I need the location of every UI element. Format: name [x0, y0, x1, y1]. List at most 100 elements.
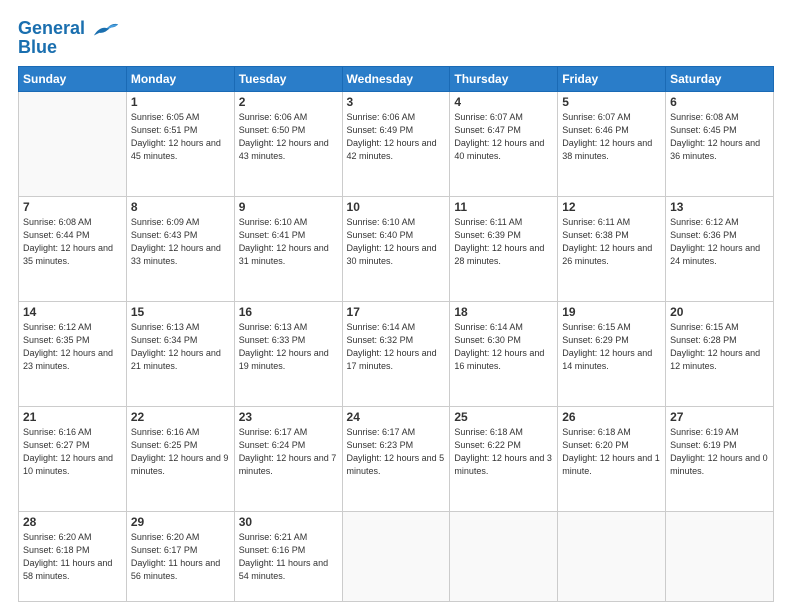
day-number: 6: [670, 95, 769, 109]
weekday-header-sunday: Sunday: [19, 67, 127, 92]
weekday-header-saturday: Saturday: [666, 67, 774, 92]
day-number: 26: [562, 410, 661, 424]
day-info: Sunrise: 6:16 AMSunset: 6:27 PMDaylight:…: [23, 426, 122, 478]
calendar-cell: [342, 512, 450, 602]
day-number: 24: [347, 410, 446, 424]
weekday-header-tuesday: Tuesday: [234, 67, 342, 92]
day-number: 9: [239, 200, 338, 214]
day-number: 4: [454, 95, 553, 109]
calendar-cell: [450, 512, 558, 602]
day-info: Sunrise: 6:20 AMSunset: 6:17 PMDaylight:…: [131, 531, 230, 583]
day-number: 29: [131, 515, 230, 529]
day-info: Sunrise: 6:05 AMSunset: 6:51 PMDaylight:…: [131, 111, 230, 163]
page: General Blue SundayMondayTuesdayWednesda…: [0, 0, 792, 612]
calendar-cell: 28 Sunrise: 6:20 AMSunset: 6:18 PMDayligh…: [19, 512, 127, 602]
calendar-cell: 18Sunrise: 6:14 AMSunset: 6:30 PMDayligh…: [450, 302, 558, 407]
calendar-cell: 5Sunrise: 6:07 AMSunset: 6:46 PMDaylight…: [558, 92, 666, 197]
day-info: Sunrise: 6:14 AMSunset: 6:30 PMDaylight:…: [454, 321, 553, 373]
day-info: Sunrise: 6:15 AMSunset: 6:28 PMDaylight:…: [670, 321, 769, 373]
calendar-cell: 29 Sunrise: 6:20 AMSunset: 6:17 PMDayligh…: [126, 512, 234, 602]
day-number: 14: [23, 305, 122, 319]
calendar-week-1: 1 Sunrise: 6:05 AMSunset: 6:51 PMDaylight…: [19, 92, 774, 197]
day-info: Sunrise: 6:18 AMSunset: 6:22 PMDaylight:…: [454, 426, 553, 478]
day-number: 21: [23, 410, 122, 424]
calendar-cell: 24 Sunrise: 6:17 AMSunset: 6:23 PMDayligh…: [342, 407, 450, 512]
day-number: 30: [239, 515, 338, 529]
calendar-cell: 20 Sunrise: 6:15 AMSunset: 6:28 PMDayligh…: [666, 302, 774, 407]
day-number: 23: [239, 410, 338, 424]
calendar-week-2: 7Sunrise: 6:08 AMSunset: 6:44 PMDaylight…: [19, 197, 774, 302]
day-number: 16: [239, 305, 338, 319]
calendar-cell: 14 Sunrise: 6:12 AMSunset: 6:35 PMDayligh…: [19, 302, 127, 407]
header: General Blue: [18, 18, 774, 56]
day-info: Sunrise: 6:19 AMSunset: 6:19 PMDaylight:…: [670, 426, 769, 478]
calendar-cell: 9 Sunrise: 6:10 AMSunset: 6:41 PMDaylight…: [234, 197, 342, 302]
calendar-cell: 15 Sunrise: 6:13 AMSunset: 6:34 PMDayligh…: [126, 302, 234, 407]
weekday-header-wednesday: Wednesday: [342, 67, 450, 92]
day-number: 2: [239, 95, 338, 109]
day-number: 13: [670, 200, 769, 214]
calendar-cell: 12Sunrise: 6:11 AMSunset: 6:38 PMDayligh…: [558, 197, 666, 302]
day-number: 28: [23, 515, 122, 529]
day-info: Sunrise: 6:09 AMSunset: 6:43 PMDaylight:…: [131, 216, 230, 268]
calendar-cell: 10Sunrise: 6:10 AMSunset: 6:40 PMDayligh…: [342, 197, 450, 302]
weekday-header-friday: Friday: [558, 67, 666, 92]
calendar-cell: 7Sunrise: 6:08 AMSunset: 6:44 PMDaylight…: [19, 197, 127, 302]
calendar-cell: 19Sunrise: 6:15 AMSunset: 6:29 PMDayligh…: [558, 302, 666, 407]
day-info: Sunrise: 6:18 AMSunset: 6:20 PMDaylight:…: [562, 426, 661, 478]
calendar-cell: 25Sunrise: 6:18 AMSunset: 6:22 PMDayligh…: [450, 407, 558, 512]
calendar-cell: 3 Sunrise: 6:06 AMSunset: 6:49 PMDaylight…: [342, 92, 450, 197]
calendar-cell: 30 Sunrise: 6:21 AMSunset: 6:16 PMDayligh…: [234, 512, 342, 602]
calendar-cell: 6 Sunrise: 6:08 AMSunset: 6:45 PMDaylight…: [666, 92, 774, 197]
calendar-cell: 26 Sunrise: 6:18 AMSunset: 6:20 PMDayligh…: [558, 407, 666, 512]
calendar-cell: 8Sunrise: 6:09 AMSunset: 6:43 PMDaylight…: [126, 197, 234, 302]
day-info: Sunrise: 6:16 AMSunset: 6:25 PMDaylight:…: [131, 426, 230, 478]
calendar-cell: 23Sunrise: 6:17 AMSunset: 6:24 PMDayligh…: [234, 407, 342, 512]
calendar-cell: 13 Sunrise: 6:12 AMSunset: 6:36 PMDayligh…: [666, 197, 774, 302]
day-info: Sunrise: 6:20 AMSunset: 6:18 PMDaylight:…: [23, 531, 122, 583]
day-number: 5: [562, 95, 661, 109]
day-info: Sunrise: 6:08 AMSunset: 6:45 PMDaylight:…: [670, 111, 769, 163]
day-info: Sunrise: 6:10 AMSunset: 6:41 PMDaylight:…: [239, 216, 338, 268]
day-number: 17: [347, 305, 446, 319]
calendar-week-4: 21 Sunrise: 6:16 AMSunset: 6:27 PMDayligh…: [19, 407, 774, 512]
day-info: Sunrise: 6:13 AMSunset: 6:33 PMDaylight:…: [239, 321, 338, 373]
logo: General Blue: [18, 18, 120, 56]
day-number: 15: [131, 305, 230, 319]
day-number: 1: [131, 95, 230, 109]
weekday-header-monday: Monday: [126, 67, 234, 92]
day-number: 11: [454, 200, 553, 214]
logo-blue: Blue: [18, 38, 120, 56]
day-info: Sunrise: 6:12 AMSunset: 6:35 PMDaylight:…: [23, 321, 122, 373]
day-info: Sunrise: 6:06 AMSunset: 6:50 PMDaylight:…: [239, 111, 338, 163]
weekday-header-thursday: Thursday: [450, 67, 558, 92]
day-number: 3: [347, 95, 446, 109]
calendar-cell: [666, 512, 774, 602]
calendar-cell: 22 Sunrise: 6:16 AMSunset: 6:25 PMDayligh…: [126, 407, 234, 512]
calendar-table: SundayMondayTuesdayWednesdayThursdayFrid…: [18, 66, 774, 602]
day-number: 27: [670, 410, 769, 424]
day-info: Sunrise: 6:14 AMSunset: 6:32 PMDaylight:…: [347, 321, 446, 373]
calendar-cell: 27 Sunrise: 6:19 AMSunset: 6:19 PMDayligh…: [666, 407, 774, 512]
calendar-cell: 21 Sunrise: 6:16 AMSunset: 6:27 PMDayligh…: [19, 407, 127, 512]
day-info: Sunrise: 6:21 AMSunset: 6:16 PMDaylight:…: [239, 531, 338, 583]
day-number: 7: [23, 200, 122, 214]
day-number: 20: [670, 305, 769, 319]
day-info: Sunrise: 6:17 AMSunset: 6:23 PMDaylight:…: [347, 426, 446, 478]
calendar-cell: 16 Sunrise: 6:13 AMSunset: 6:33 PMDayligh…: [234, 302, 342, 407]
day-info: Sunrise: 6:13 AMSunset: 6:34 PMDaylight:…: [131, 321, 230, 373]
day-info: Sunrise: 6:15 AMSunset: 6:29 PMDaylight:…: [562, 321, 661, 373]
calendar-cell: [19, 92, 127, 197]
day-number: 22: [131, 410, 230, 424]
calendar-week-3: 14 Sunrise: 6:12 AMSunset: 6:35 PMDayligh…: [19, 302, 774, 407]
calendar-cell: 11Sunrise: 6:11 AMSunset: 6:39 PMDayligh…: [450, 197, 558, 302]
day-info: Sunrise: 6:12 AMSunset: 6:36 PMDaylight:…: [670, 216, 769, 268]
day-info: Sunrise: 6:06 AMSunset: 6:49 PMDaylight:…: [347, 111, 446, 163]
day-info: Sunrise: 6:07 AMSunset: 6:47 PMDaylight:…: [454, 111, 553, 163]
day-number: 12: [562, 200, 661, 214]
calendar-cell: 17 Sunrise: 6:14 AMSunset: 6:32 PMDayligh…: [342, 302, 450, 407]
calendar-cell: [558, 512, 666, 602]
logo-bird-icon: [92, 18, 120, 40]
calendar-cell: 2 Sunrise: 6:06 AMSunset: 6:50 PMDaylight…: [234, 92, 342, 197]
calendar-week-5: 28 Sunrise: 6:20 AMSunset: 6:18 PMDayligh…: [19, 512, 774, 602]
